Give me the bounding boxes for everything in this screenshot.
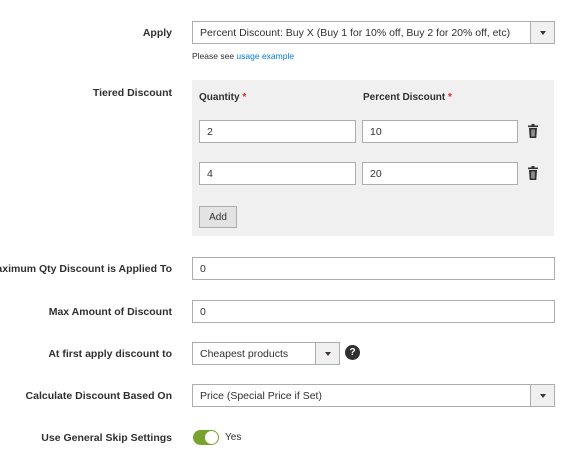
tier-percent-input[interactable]: 10 xyxy=(362,120,518,143)
chevron-down-icon xyxy=(539,30,546,35)
apply-label: Apply xyxy=(142,27,172,39)
max-amount-label: Max Amount of Discount xyxy=(48,306,172,318)
first-apply-label: At first apply discount to xyxy=(48,348,172,360)
apply-select[interactable]: Percent Discount: Buy X (Buy 1 for 10% o… xyxy=(192,21,555,44)
usage-example-link[interactable]: usage example xyxy=(236,51,294,61)
max-amount-input[interactable]: 0 xyxy=(192,300,555,323)
first-apply-select-toggle[interactable] xyxy=(315,343,339,364)
max-qty-label: Maximum Qty Discount is Applied To xyxy=(0,263,172,275)
calc-based-select-toggle[interactable] xyxy=(530,385,554,406)
chevron-down-icon xyxy=(539,393,546,398)
apply-select-toggle[interactable] xyxy=(530,22,554,43)
percent-header-text: Percent Discount xyxy=(363,92,446,103)
skip-settings-toggle[interactable] xyxy=(193,430,219,445)
tiered-discount-panel xyxy=(192,80,554,236)
max-qty-input[interactable]: 0 xyxy=(192,257,555,280)
calc-based-label: Calculate Discount Based On xyxy=(25,390,172,402)
add-tier-button[interactable]: Add xyxy=(199,206,237,228)
toggle-knob xyxy=(205,431,218,444)
required-marker: * xyxy=(242,92,247,103)
question-circle-icon[interactable]: ? xyxy=(345,345,360,360)
skip-settings-value: Yes xyxy=(225,432,242,443)
first-apply-select-value: Cheapest products xyxy=(200,347,289,360)
quantity-header: Quantity * xyxy=(199,92,246,103)
tiered-discount-label: Tiered Discount xyxy=(92,87,172,99)
calc-based-select-value: Price (Special Price if Set) xyxy=(200,389,322,402)
trash-icon[interactable] xyxy=(528,166,538,180)
trash-icon[interactable] xyxy=(528,124,538,138)
required-marker: * xyxy=(448,92,452,103)
tier-percent-input[interactable]: 20 xyxy=(362,162,518,185)
chevron-down-icon xyxy=(324,351,331,356)
skip-settings-label: Use General Skip Settings xyxy=(41,432,172,444)
apply-select-value: Percent Discount: Buy X (Buy 1 for 10% o… xyxy=(200,26,511,39)
percent-header: Percent Discount * xyxy=(363,92,452,103)
first-apply-select[interactable]: Cheapest products xyxy=(192,342,340,365)
apply-note-text: Please see xyxy=(192,51,237,61)
tier-quantity-input[interactable]: 2 xyxy=(199,120,356,143)
calc-based-select[interactable]: Price (Special Price if Set) xyxy=(192,384,555,407)
quantity-header-text: Quantity xyxy=(199,92,240,103)
tier-quantity-input[interactable]: 4 xyxy=(199,162,356,185)
apply-note: Please see usage example xyxy=(192,51,294,61)
